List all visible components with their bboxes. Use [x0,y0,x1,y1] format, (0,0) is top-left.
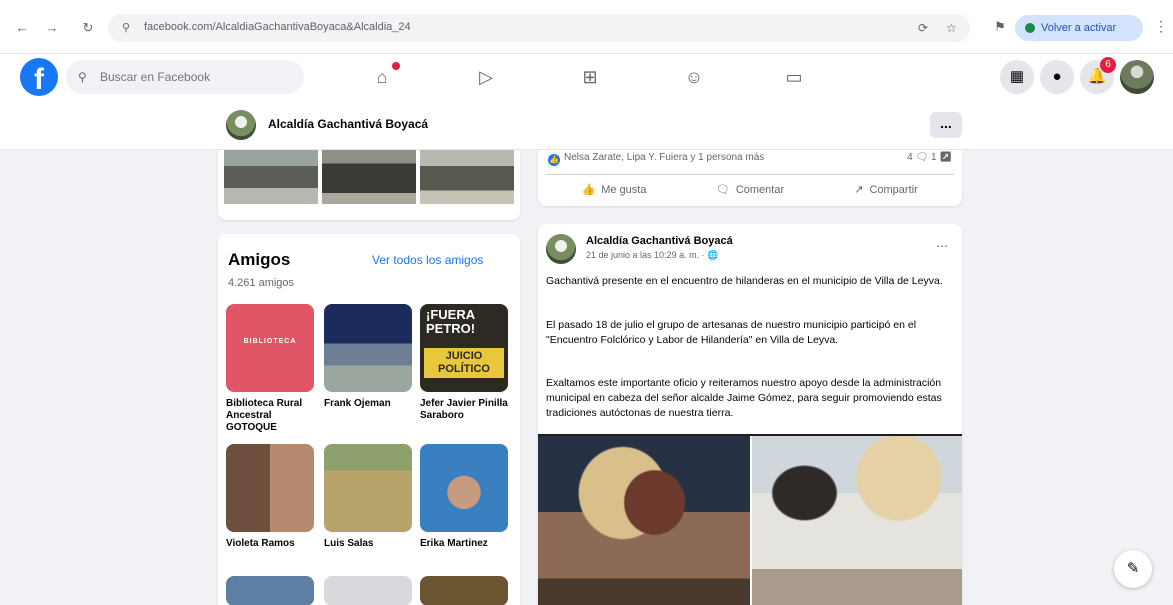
comment-share-counts[interactable]: 4 🗨 1 ↗ [907,152,952,163]
friend-card[interactable] [324,576,412,605]
friend-photo-caption: BIBLIOTECA [243,338,297,345]
post-paragraph: El pasado 18 de julio el grupo de artesa… [546,319,917,346]
friend-name[interactable]: Erika Martinez [420,538,508,550]
notifications-icon[interactable]: 🔔 6 [1080,57,1116,94]
like-reaction-icon: 👍 [548,154,560,166]
friend-name[interactable]: Frank Ojeman [324,398,412,410]
see-all-friends-link[interactable]: Ver todos los amigos [372,253,483,267]
nav-video-icon[interactable]: ▷ [456,60,516,94]
profile-dot-icon [1025,23,1035,33]
friend-name[interactable]: Biblioteca Rural Ancestral GOTOQUE [226,398,314,434]
nav-badge [392,62,400,70]
friend-photo[interactable]: BIBLIOTECA [226,304,314,392]
comment-icon: 🗨 [715,184,730,196]
post-date[interactable]: 21 de junio a las 10:29 a. m. · 🌐 [586,250,718,261]
profile-button[interactable]: Volver a activar [1015,15,1143,41]
comment-label: Comentar [735,184,785,196]
friend-name[interactable]: Luis Salas [324,538,412,550]
post-actions-card: 👍 Nelsa Zarate, Lipa Y. Fuiera y 1 person… [538,150,962,206]
url-text: facebook.com/AlcaldiaGachantivaBoyaca&Al… [144,21,411,33]
friend-name[interactable]: Violeta Ramos [226,538,314,550]
friend-card[interactable]: BIBLIOTECA Biblioteca Rural Ancestral GO… [226,304,314,434]
friend-photo[interactable] [324,444,412,532]
friend-photo[interactable] [420,444,508,532]
browser-toolbar: ← → ↻ ⚲ facebook.com/AlcaldiaGachantivaB… [0,0,1173,54]
post-photo[interactable] [752,436,962,605]
nav-marketplace-icon[interactable]: ⊞ [560,60,620,94]
bookmark-star-icon[interactable]: ☆ [946,21,957,35]
account-avatar[interactable] [1120,60,1154,94]
friend-photo[interactable] [324,576,412,605]
reactions-summary[interactable]: 👍 Nelsa Zarate, Lipa Y. Fuiera y 1 person… [548,152,764,166]
site-info-icon[interactable]: ⚲ [122,21,130,34]
photos-card [218,150,520,220]
nav-home-icon[interactable]: ⌂ [352,60,412,94]
friend-photo[interactable] [226,576,314,605]
friend-photo[interactable] [324,304,412,392]
friend-photo-caption: JUICIO POLÍTICO [424,348,504,378]
friend-card[interactable] [420,576,508,605]
post-author-avatar[interactable] [546,234,576,264]
post-card: Alcaldía Gachantivá Boyacá 21 de junio a… [538,224,962,605]
facebook-header: f ⚲ ⌂ ▷ ⊞ ☺ ▭ ▦ ● 🔔6 [0,54,1173,100]
nav-gaming-icon[interactable]: ▭ [764,60,824,94]
friend-card[interactable]: Erika Martinez [420,444,508,550]
post-paragraph: Gachantivá presente en el encuentro de h… [546,275,943,287]
page-more-button[interactable]: ... [930,112,962,138]
post-media[interactable] [538,434,962,605]
search-input[interactable] [66,60,304,94]
photo-thumbnail[interactable] [322,150,416,204]
post-author[interactable]: Alcaldía Gachantivá Boyacá [586,235,733,247]
translate-icon[interactable]: ⟳ [918,21,928,35]
search-icon: ⚲ [78,70,87,84]
friend-card[interactable] [226,576,314,605]
browser-menu-icon[interactable]: ⋮ [1154,18,1168,35]
share-icon: ↗ [854,184,864,196]
page-header-bar: Alcaldía Gachantivá Boyacá ... [0,100,1173,150]
action-row: 👍 Me gusta 🗨 Comentar ↗ Compartir [546,174,954,204]
friend-photo[interactable]: ¡FUERA PETRO! JUICIO POLÍTICO [420,304,508,392]
messenger-icon[interactable]: ● [1040,60,1074,94]
friend-card[interactable]: Violeta Ramos [226,444,314,550]
post-paragraph: Exaltamos este importante oficio y reite… [546,377,942,419]
facebook-logo[interactable]: f [20,58,58,96]
comment-button[interactable]: 🗨 Comentar [682,175,818,204]
friends-count: 4.261 amigos [228,277,295,289]
share-button[interactable]: ↗ Compartir [818,175,954,204]
post-options-button[interactable]: ... [936,234,948,250]
like-label: Me gusta [601,184,647,196]
page-avatar[interactable] [226,110,256,140]
post-photo[interactable] [538,436,750,605]
friend-photo[interactable] [226,444,314,532]
new-message-edit-icon[interactable]: ✎ [1114,550,1152,588]
friend-card[interactable]: Frank Ojeman [324,304,412,410]
friend-card[interactable]: ¡FUERA PETRO! JUICIO POLÍTICO Jefer Javi… [420,304,508,422]
reload-button[interactable]: ↻ [80,20,96,36]
like-button[interactable]: 👍 Me gusta [546,175,682,204]
share-label: Compartir [869,184,918,196]
forward-button[interactable]: → [44,20,60,36]
menu-grid-icon[interactable]: ▦ [1000,60,1034,94]
extensions-icon[interactable]: ⚑ [992,19,1008,35]
friends-card: Amigos Ver todos los amigos 4.261 amigos… [218,234,520,605]
address-bar[interactable]: ⚲ facebook.com/AlcaldiaGachantivaBoyaca&… [108,14,970,42]
back-button[interactable]: ← [14,20,30,36]
friend-photo[interactable] [420,576,508,605]
notification-count: 6 [1100,57,1116,73]
thumbs-up-icon: 👍 [581,184,596,196]
friend-photo-caption: ¡FUERA PETRO! [426,307,476,336]
friend-name[interactable]: Jefer Javier Pinilla Saraboro [420,398,508,422]
reactions-text: Nelsa Zarate, Lipa Y. Fuiera y 1 persona… [564,152,765,163]
friends-title: Amigos [228,250,291,269]
friend-card[interactable]: Luis Salas [324,444,412,550]
photo-thumbnail[interactable] [420,150,514,204]
page-name[interactable]: Alcaldía Gachantivá Boyacá [268,117,428,131]
nav-groups-icon[interactable]: ☺ [664,60,724,94]
profile-label: Volver a activar [1041,22,1117,34]
photo-thumbnail[interactable] [224,150,318,204]
